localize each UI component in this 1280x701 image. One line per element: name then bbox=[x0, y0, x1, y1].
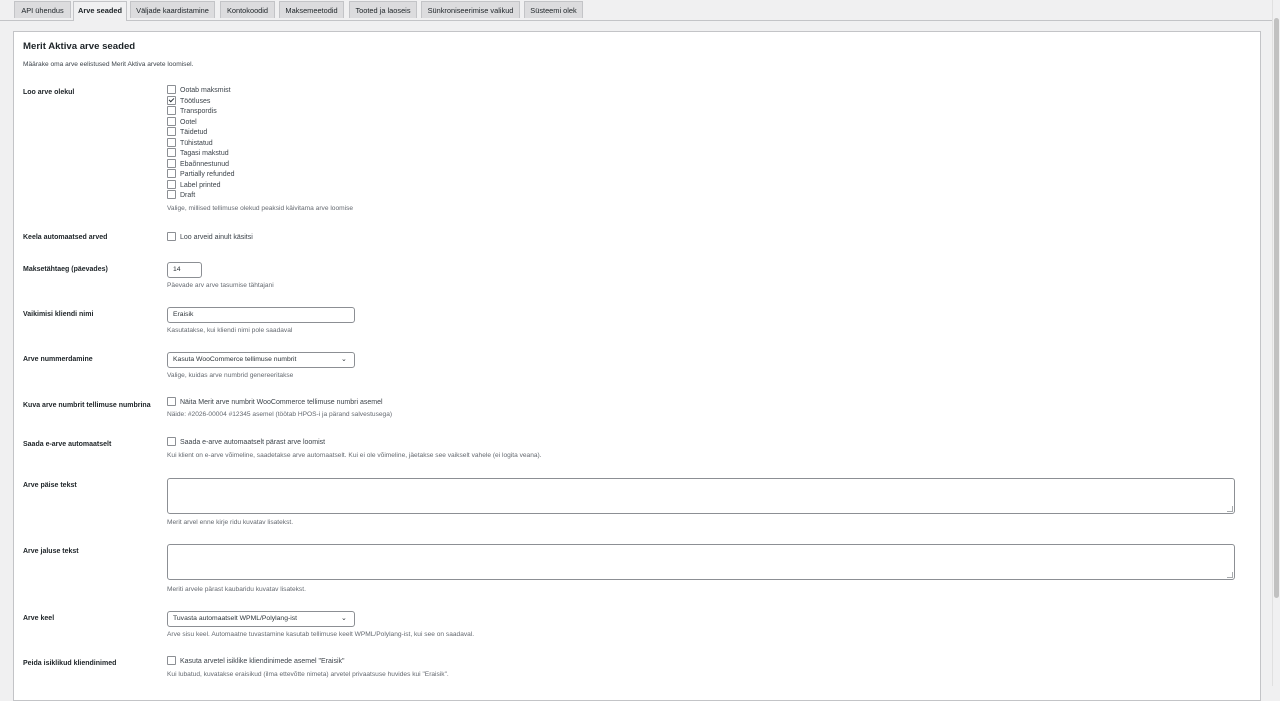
due-days-help: Päevade arv arve tasumise tähtajani bbox=[167, 282, 274, 289]
show-number-help: Näide: #2026-00004 #12345 asemel (töötab… bbox=[167, 411, 393, 418]
language-help: Arve sisu keel. Automaatne tuvastamine k… bbox=[167, 631, 475, 638]
settings-tabs: API ühendus Arve seaded Väljade kaardist… bbox=[0, 0, 1272, 21]
checkbox[interactable] bbox=[167, 179, 176, 189]
resize-handle-icon[interactable] bbox=[1227, 572, 1233, 578]
resize-handle-icon[interactable] bbox=[1227, 506, 1233, 512]
checkbox[interactable] bbox=[167, 397, 176, 406]
checkbox[interactable] bbox=[167, 169, 176, 178]
tab-arve-seaded[interactable]: Arve seaded bbox=[73, 1, 127, 21]
language-label: Arve keel bbox=[23, 615, 55, 622]
e-invoice-option[interactable]: Saada e-arve automaatselt pärast arve lo… bbox=[167, 437, 325, 448]
checkbox[interactable] bbox=[167, 656, 176, 665]
language-select[interactable]: Tuvasta automaatselt WPML/Polylang-ist ⌄ bbox=[167, 611, 355, 627]
status-option[interactable]: Ebaõnnestunud bbox=[167, 158, 229, 170]
status-option[interactable]: Tühistatud bbox=[167, 137, 213, 149]
settings-panel: Merit Aktiva arve seaded Määrake oma arv… bbox=[13, 31, 1261, 701]
show-number-label: Kuva arve numbrit tellimuse numbrina bbox=[23, 402, 151, 409]
header-text-area[interactable] bbox=[167, 478, 1235, 514]
chevron-down-icon: ⌄ bbox=[341, 615, 347, 622]
order-status-label: Loo arve olekul bbox=[23, 89, 75, 96]
checkbox-checked[interactable] bbox=[167, 95, 176, 105]
tab-tooted-ja-laoseis[interactable]: Tooted ja laoseis bbox=[349, 1, 417, 18]
header-text-help: Merit arvel enne kirje ridu kuvatav lisa… bbox=[167, 519, 294, 526]
numbering-help: Valige, kuidas arve numbrid genereeritak… bbox=[167, 372, 294, 379]
tab-api-uhendus[interactable]: API ühendus bbox=[14, 1, 71, 18]
status-option[interactable]: Partially refunded bbox=[167, 169, 234, 180]
status-option[interactable]: Ootab maksmist bbox=[167, 85, 231, 96]
due-days-input[interactable]: 14 bbox=[167, 262, 202, 278]
default-customer-help: Kasutatakse, kui kliendi nimi pole saada… bbox=[167, 327, 293, 334]
footer-text-area[interactable] bbox=[167, 544, 1235, 580]
checkbox[interactable] bbox=[167, 190, 176, 199]
scrollbar-thumb[interactable] bbox=[1274, 18, 1279, 598]
tab-susteemi-olek[interactable]: Süsteemi olek bbox=[524, 1, 583, 18]
checkbox[interactable] bbox=[167, 106, 176, 115]
hide-private-option[interactable]: Kasuta arvetel isiklike kliendinimede as… bbox=[167, 656, 344, 667]
status-option[interactable]: Transpordis bbox=[167, 106, 217, 117]
footer-text-help: Meriti arvele pärast kaubaridu kuvatav l… bbox=[167, 586, 306, 593]
show-number-option[interactable]: Näita Merit arve numbrit WooCommerce tel… bbox=[167, 397, 383, 408]
header-text-label: Arve päise tekst bbox=[23, 482, 77, 489]
status-option[interactable]: Ootel bbox=[167, 116, 197, 128]
status-option[interactable]: Täidetud bbox=[167, 127, 207, 138]
page-scrollbar[interactable] bbox=[1272, 0, 1280, 686]
tab-maksemeetodid[interactable]: Maksemeetodid bbox=[279, 1, 344, 18]
section-description: Määrake oma arve eelistused Merit Aktiva… bbox=[23, 61, 194, 68]
checkbox[interactable] bbox=[167, 116, 176, 126]
section-title: Merit Aktiva arve seaded bbox=[23, 41, 136, 52]
checkbox[interactable] bbox=[167, 137, 176, 147]
order-status-help: Valige, millised tellimuse olekud peaksi… bbox=[167, 205, 354, 212]
tab-valjade-kaardistamine[interactable]: Väljade kaardistamine bbox=[130, 1, 215, 18]
checkbox[interactable] bbox=[167, 127, 176, 136]
checkbox[interactable] bbox=[167, 148, 176, 157]
disable-auto-option[interactable]: Loo arveid ainult käsitsi bbox=[167, 232, 253, 243]
e-invoice-help: Kui klient on e-arve võimeline, saadetak… bbox=[167, 452, 542, 459]
checkbox[interactable] bbox=[167, 158, 176, 168]
e-invoice-label: Saada e-arve automaatselt bbox=[23, 441, 112, 448]
hide-private-label: Peida isiklikud kliendinimed bbox=[23, 660, 117, 667]
hide-private-help: Kui lubatud, kuvatakse eraisikud (ilma e… bbox=[167, 671, 449, 678]
numbering-select[interactable]: Kasuta WooCommerce tellimuse numbrit ⌄ bbox=[167, 352, 355, 368]
default-customer-label: Vaikimisi kliendi nimi bbox=[23, 311, 94, 318]
due-days-label: Maksetähtaeg (päevades) bbox=[23, 266, 108, 273]
checkbox[interactable] bbox=[167, 232, 176, 241]
status-option[interactable]: Label printed bbox=[167, 179, 220, 191]
checkbox[interactable] bbox=[167, 437, 176, 446]
numbering-label: Arve nummerdamine bbox=[23, 356, 93, 363]
default-customer-input[interactable]: Eraisik bbox=[167, 307, 355, 323]
disable-auto-label: Keela automaatsed arved bbox=[23, 234, 108, 241]
status-option[interactable]: Töötluses bbox=[167, 95, 210, 107]
status-option[interactable]: Tagasi makstud bbox=[167, 148, 229, 159]
chevron-down-icon: ⌄ bbox=[341, 356, 347, 363]
footer-text-label: Arve jaluse tekst bbox=[23, 548, 79, 555]
tab-kontokoodid[interactable]: Kontokoodid bbox=[220, 1, 275, 18]
tab-sunkroniseerimise-valikud[interactable]: Sünkroniseerimise valikud bbox=[421, 1, 520, 18]
checkbox[interactable] bbox=[167, 85, 176, 94]
status-option[interactable]: Draft bbox=[167, 190, 195, 201]
